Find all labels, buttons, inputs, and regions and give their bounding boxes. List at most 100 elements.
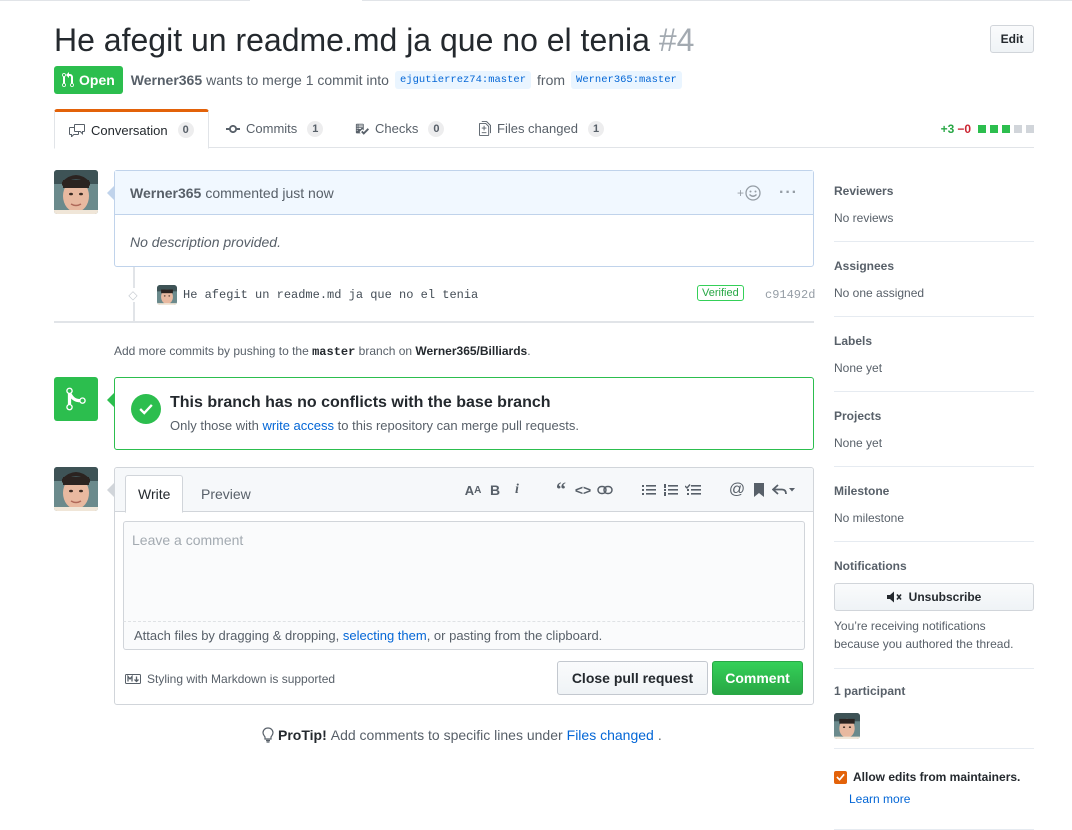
base-branch[interactable]: ejgutierrez74:master: [394, 71, 532, 89]
protip: ProTip! Add comments to specific lines u…: [262, 727, 662, 743]
attach-suffix: , or pasting from the clipboard.: [426, 628, 603, 643]
notifications-reason: You’re receiving notifications because y…: [834, 619, 1014, 651]
tab-write[interactable]: Write: [125, 475, 184, 513]
attach-files-bar[interactable]: Attach files by dragging & dropping, sel…: [123, 622, 805, 650]
comment-body: No description provided.: [130, 234, 281, 250]
mute-icon: [886, 591, 902, 603]
push-hint-repo: Werner365/Billiards: [415, 344, 528, 358]
from-text: from: [537, 72, 566, 88]
sidebar-milestone[interactable]: Milestone No milestone: [834, 484, 1034, 542]
pr-meta: Open Werner365 wants to merge 1 commit i…: [54, 66, 688, 94]
commit-row: ◇ He afegit un readme.md ja que no el te…: [126, 284, 815, 306]
check-icon: [131, 394, 161, 424]
comment-textarea[interactable]: Leave a comment: [123, 521, 805, 622]
attach-prefix: Attach files by dragging & dropping,: [134, 628, 340, 643]
italic-icon[interactable]: i: [506, 480, 528, 500]
learn-more-link[interactable]: Learn more: [849, 792, 1034, 806]
participant-avatar[interactable]: [834, 713, 860, 739]
comment-tabbar: Write Preview AA B i “ <> @: [115, 468, 813, 513]
tab-label: Checks: [375, 121, 419, 136]
sidebar-reviewers[interactable]: Reviewers No reviews: [834, 184, 1034, 242]
allow-edits-checkbox[interactable]: Allow edits from maintainers.: [834, 770, 1034, 784]
sidebar-maintainer-edits: Allow edits from maintainers. Learn more: [834, 770, 1034, 830]
write-access-link[interactable]: write access: [263, 418, 335, 433]
avatar-image: [157, 285, 177, 305]
diffstat-block: [1002, 125, 1010, 133]
sidebar-value: None yet: [834, 436, 883, 450]
bold-icon[interactable]: B: [484, 480, 506, 500]
merge-status-subtitle: Only those with write access to this rep…: [170, 418, 579, 433]
sidebar-assignees[interactable]: Assignees No one assigned: [834, 259, 1034, 317]
ordered-list-icon[interactable]: [660, 480, 682, 500]
markdown-note[interactable]: Styling with Markdown is supported: [125, 672, 335, 686]
diffstat-block: [1014, 125, 1022, 133]
sidebar-labels[interactable]: Labels None yet: [834, 334, 1034, 392]
bookmark-icon[interactable]: [748, 480, 770, 500]
comment-header: Werner365 commented just now + ···: [115, 171, 813, 215]
comment-button[interactable]: Comment: [712, 661, 803, 695]
unordered-list-icon[interactable]: [638, 480, 660, 500]
merge-text: wants to merge 1 commit into: [206, 72, 389, 88]
verified-badge[interactable]: Verified: [697, 285, 744, 301]
diffstat-removed: −0: [957, 122, 971, 136]
light-bulb-icon: [262, 727, 274, 743]
avatar-image: [54, 467, 98, 511]
unsubscribe-label: Unsubscribe: [908, 590, 982, 604]
status-badge: Open: [54, 66, 123, 94]
select-files-link[interactable]: selecting them: [343, 628, 427, 643]
edit-button[interactable]: Edit: [990, 25, 1034, 53]
file-diff-icon: [479, 121, 491, 136]
sidebar-value: None yet: [834, 361, 883, 375]
git-commit-icon: [226, 124, 240, 133]
sidebar-heading: 1 participant: [834, 684, 906, 698]
merge-sub-prefix: Only those with: [170, 418, 259, 433]
sidebar-value: No milestone: [834, 511, 905, 525]
top-border: [0, 0, 1072, 3]
push-hint-suffix: .: [527, 344, 531, 358]
sidebar-heading: Projects: [834, 409, 882, 423]
quote-icon[interactable]: “: [550, 479, 572, 501]
tab-commits[interactable]: Commits 1: [226, 109, 324, 148]
diffstat-block: [978, 125, 986, 133]
merge-sub-suffix: to this repository can merge pull reques…: [337, 418, 579, 433]
markdown-note-label: Styling with Markdown is supported: [147, 672, 336, 686]
head-branch[interactable]: Werner365:master: [571, 71, 682, 89]
sidebar-projects[interactable]: Projects None yet: [834, 409, 1034, 467]
tab-counter: 1: [587, 120, 605, 137]
diffstat-block: [1026, 125, 1034, 133]
tab-label: Files changed: [497, 121, 578, 136]
diffstat-block: [990, 125, 998, 133]
push-hint: Add more commits by pushing to the maste…: [114, 344, 531, 359]
files-changed-link[interactable]: Files changed: [567, 727, 654, 743]
diffstat-added: +3: [940, 122, 955, 136]
avatar[interactable]: [157, 285, 177, 305]
tab-counter: 0: [177, 122, 194, 138]
commit-sha-link[interactable]: c91492d: [765, 288, 815, 302]
tab-files-changed[interactable]: Files changed 1: [479, 109, 605, 148]
header-icon[interactable]: AA: [462, 480, 484, 500]
tasklist-icon[interactable]: [682, 480, 704, 500]
tab-counter: 0: [428, 120, 445, 137]
comment-author-link[interactable]: Werner365: [130, 185, 201, 201]
kebab-horizontal-icon[interactable]: ···: [779, 184, 798, 202]
avatar[interactable]: [54, 467, 98, 511]
git-commit-icon: ◇: [126, 288, 140, 302]
pr-author-link[interactable]: Werner365: [131, 72, 202, 88]
reply-icon[interactable]: [770, 480, 798, 500]
tab-checks[interactable]: Checks 0: [355, 109, 445, 148]
tab-conversation[interactable]: Conversation 0: [54, 109, 209, 149]
sidebar-heading: Milestone: [834, 484, 890, 498]
code-icon[interactable]: <>: [572, 480, 594, 500]
close-pull-request-button[interactable]: Close pull request: [557, 661, 708, 695]
tab-preview[interactable]: Preview: [189, 475, 263, 512]
add-reaction-icon[interactable]: +: [737, 184, 761, 201]
unsubscribe-button[interactable]: Unsubscribe: [834, 583, 1034, 611]
checklist-icon: [355, 123, 369, 135]
sidebar-heading: Reviewers: [834, 184, 894, 198]
sidebar-participants: 1 participant: [834, 684, 1034, 749]
commit-message-link[interactable]: He afegit un readme.md ja que no el teni…: [183, 288, 478, 302]
avatar[interactable]: [54, 170, 98, 214]
diffstat[interactable]: +3 −0: [941, 122, 1034, 136]
link-icon[interactable]: [594, 480, 616, 500]
mention-icon[interactable]: @: [726, 480, 748, 500]
